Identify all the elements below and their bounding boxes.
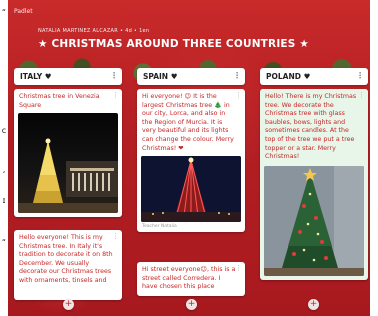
more-vertical-icon[interactable]: ⋮ xyxy=(235,91,242,99)
side-mark: ʻ xyxy=(2,170,6,179)
column-header-italy[interactable]: ITALY ♥ ⋮ xyxy=(14,68,122,85)
column-header-spain[interactable]: SPAIN ♥ ⋮ xyxy=(137,68,245,85)
post-image[interactable] xyxy=(18,113,118,214)
post-caption: Teacher Natalia xyxy=(142,224,177,230)
post-card[interactable]: ⋮ Hello! There is my Christmas tree. We … xyxy=(260,89,368,280)
post-card[interactable]: ⋮ Hi everyone! 😉 It is the largest Chris… xyxy=(137,89,245,233)
add-post-button-poland[interactable]: + xyxy=(308,299,319,310)
more-vertical-icon[interactable]: ⋮ xyxy=(112,232,119,240)
column-title: ITALY ♥ xyxy=(20,72,52,81)
column-poland: POLAND ♥ ⋮ ⋮ Hello! There is my Christma… xyxy=(260,68,368,280)
post-text: Hello! There is my Christmas tree. We de… xyxy=(260,89,368,166)
board-title: ★ CHRISTMAS AROUND THREE COUNTRIES ★ xyxy=(38,38,310,50)
column-title: POLAND ♥ xyxy=(266,72,311,81)
padlet-board: Padlet NATALIA MARTINEZ ALCAZAR • 4d • 1… xyxy=(8,0,370,316)
more-vertical-icon[interactable]: ⋮ xyxy=(110,68,118,83)
page: “ c ʻ ɪ “ Padlet NATALIA MARTINEZ ALCAZA… xyxy=(0,0,378,316)
lorca-christmas-tree-photo xyxy=(141,156,241,223)
add-post-button-italy[interactable]: + xyxy=(63,299,74,310)
more-vertical-icon[interactable]: ⋮ xyxy=(112,91,119,99)
side-mark: “ xyxy=(1,8,7,17)
side-mark: c xyxy=(1,126,7,135)
side-mark: “ xyxy=(1,238,7,247)
poland-christmas-tree-photo xyxy=(264,165,364,276)
column-italy: ITALY ♥ ⋮ ⋮ Christmas tree in Venezia Sq… xyxy=(14,68,122,300)
post-card[interactable]: ⋮ Hi street everyone😉, this is a street … xyxy=(137,262,245,296)
more-vertical-icon[interactable]: ⋮ xyxy=(356,68,364,83)
more-vertical-icon[interactable]: ⋮ xyxy=(235,264,242,272)
post-text: Hello everyone! This is my Christmas tre… xyxy=(19,234,113,284)
column-title: SPAIN ♥ xyxy=(143,72,178,81)
post-text: Hi street everyone😉, this is a street ca… xyxy=(142,266,236,291)
more-vertical-icon[interactable]: ⋮ xyxy=(233,68,241,83)
post-card[interactable]: ⋮ Christmas tree in Venezia Square xyxy=(14,89,122,218)
board-author: NATALIA MARTINEZ ALCAZAR • 4d • 1en xyxy=(38,28,150,34)
add-post-button-spain[interactable]: + xyxy=(186,299,197,310)
post-text: Christmas tree in Venezia Square xyxy=(19,93,100,109)
column-spain: SPAIN ♥ ⋮ ⋮ Hi everyone! 😉 It is the lar… xyxy=(137,68,245,296)
more-vertical-icon[interactable]: ⋮ xyxy=(358,91,365,99)
post-text: Hi everyone! 😉 It is the largest Christm… xyxy=(142,93,234,152)
column-header-poland[interactable]: POLAND ♥ ⋮ xyxy=(260,68,368,85)
app-name[interactable]: Padlet xyxy=(14,8,33,15)
post-image[interactable] xyxy=(264,165,364,276)
post-image[interactable] xyxy=(141,156,241,223)
christmas-tree-venezia-photo xyxy=(18,138,118,214)
post-card[interactable]: ⋮ Hello everyone! This is my Christmas t… xyxy=(14,230,122,300)
side-mark: ɪ xyxy=(2,196,6,205)
